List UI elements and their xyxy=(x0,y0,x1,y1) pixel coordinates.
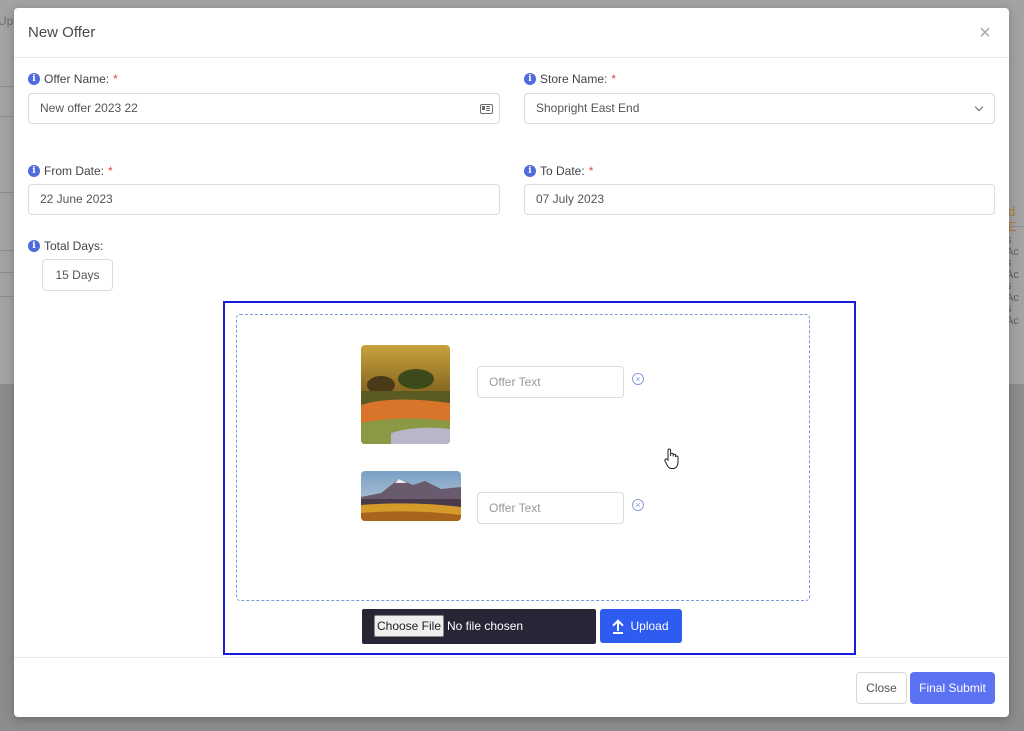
info-icon: i xyxy=(524,165,536,177)
upload-icon xyxy=(613,619,624,634)
background-header-text: d E xyxy=(1008,204,1017,234)
modal-header: New Offer × xyxy=(14,8,1009,58)
required-mark: * xyxy=(588,164,594,178)
to-date-label: i To Date: * xyxy=(524,164,593,178)
background-divider xyxy=(1010,226,1024,227)
from-date-label-text: From Date: xyxy=(44,164,105,178)
offer-image-thumbnail xyxy=(361,471,461,521)
hand-cursor-icon xyxy=(664,448,679,469)
info-icon: i xyxy=(28,165,40,177)
upload-button[interactable]: Upload xyxy=(600,609,682,643)
store-name-select[interactable]: Shopright East End xyxy=(524,93,995,124)
file-input[interactable]: Choose File No file chosen xyxy=(362,609,596,644)
file-status-text: No file chosen xyxy=(447,619,524,633)
info-icon: i xyxy=(524,73,536,85)
remove-image-icon[interactable]: × xyxy=(632,373,644,385)
to-date-value: 07 July 2023 xyxy=(536,192,605,206)
chevron-down-icon xyxy=(974,102,984,112)
background-divider xyxy=(0,86,14,87)
total-days-label-text: Total Days: xyxy=(44,239,104,253)
required-mark: * xyxy=(108,164,113,178)
modal-footer: Close Final Submit xyxy=(14,657,1009,717)
id-card-icon xyxy=(480,104,493,114)
store-name-label-text: Store Name: xyxy=(540,72,608,86)
offer-text-input[interactable]: Offer Text xyxy=(477,366,624,398)
remove-image-icon[interactable]: × xyxy=(632,499,644,511)
background-divider xyxy=(0,250,14,251)
store-name-label: i Store Name: * xyxy=(524,72,616,86)
final-submit-button[interactable]: Final Submit xyxy=(910,672,995,704)
new-offer-modal: New Offer × i Offer Name: * New offer 202… xyxy=(14,8,1009,717)
modal-title: New Offer xyxy=(28,24,96,41)
choose-file-button[interactable]: Choose File xyxy=(374,615,444,637)
from-date-label: i From Date: * xyxy=(28,164,113,178)
background-divider xyxy=(0,192,14,193)
offer-name-label-text: Offer Name: xyxy=(44,72,110,86)
to-date-label-text: To Date: xyxy=(540,164,585,178)
offer-name-label: i Offer Name: * xyxy=(28,72,118,86)
offer-name-input[interactable]: New offer 2023 22 xyxy=(28,93,500,124)
upload-section: Offer Text × Offer Text × Choose File No… xyxy=(223,301,856,655)
total-days-value: 15 Days xyxy=(42,259,113,291)
from-date-input[interactable]: 22 June 2023 xyxy=(28,184,500,215)
close-icon[interactable]: × xyxy=(976,23,994,43)
offer-text-input[interactable]: Offer Text xyxy=(477,492,624,524)
total-days-label: i Total Days: xyxy=(28,239,103,253)
info-icon: i xyxy=(28,240,40,252)
required-mark: * xyxy=(611,72,617,86)
info-icon: i xyxy=(28,73,40,85)
background-divider xyxy=(0,272,14,273)
from-date-value: 22 June 2023 xyxy=(40,192,113,206)
background-divider xyxy=(0,296,14,297)
upload-button-label: Upload xyxy=(630,619,669,633)
offer-image-thumbnail xyxy=(361,345,450,444)
image-dropzone[interactable]: Offer Text × Offer Text × xyxy=(236,314,810,601)
background-divider xyxy=(0,116,14,117)
to-date-input[interactable]: 07 July 2023 xyxy=(524,184,995,215)
offer-name-value: New offer 2023 22 xyxy=(40,101,138,115)
close-button[interactable]: Close xyxy=(856,672,907,704)
store-name-value: Shopright East End xyxy=(536,101,640,115)
required-mark: * xyxy=(113,72,118,86)
